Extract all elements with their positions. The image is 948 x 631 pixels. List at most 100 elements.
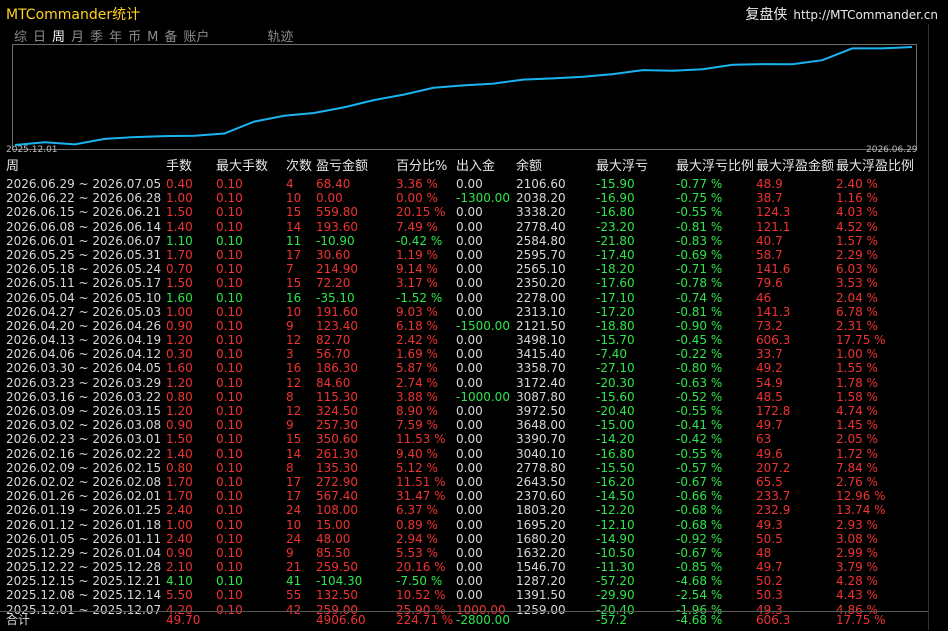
table-row[interactable]: 2026.03.02 ~ 2026.03.08 0.90 0.10 9 257.30 7.…	[0, 418, 928, 432]
table-row[interactable]: 2026.06.15 ~ 2026.06.21 1.50 0.10 15 559.80 2…	[0, 205, 928, 219]
tab-5[interactable]: 年	[109, 26, 122, 45]
table-row[interactable]: 2026.03.30 ~ 2026.04.05 1.60 0.10 16 186.30 5…	[0, 361, 928, 375]
column-header[interactable]: 次数	[286, 159, 312, 175]
table-cell: -0.67 %	[676, 545, 723, 560]
total-cell: -2800.00	[456, 613, 510, 627]
table-row[interactable]: 2026.02.02 ~ 2026.02.08 1.70 0.10 17 272.90 1…	[0, 475, 928, 489]
column-header[interactable]: 最大浮盈比例	[836, 159, 914, 175]
tab-3[interactable]: 月	[71, 26, 84, 45]
table-cell: 233.7	[756, 489, 791, 504]
table-row[interactable]: 2026.04.13 ~ 2026.04.19 1.20 0.10 12 82.70 2.…	[0, 333, 928, 347]
table-cell: 49.6	[756, 446, 783, 461]
side-scroll-strip[interactable]	[928, 24, 948, 630]
table-row[interactable]: 2026.04.20 ~ 2026.04.26 0.90 0.10 9 123.40 6.…	[0, 319, 928, 333]
table-row[interactable]: 2025.12.08 ~ 2025.12.14 5.50 0.10 55 132.50 1…	[0, 588, 928, 602]
column-header[interactable]: 百分比%	[396, 159, 447, 175]
table-row[interactable]: 2026.03.09 ~ 2026.03.15 1.20 0.10 12 324.50 8…	[0, 404, 928, 418]
column-header[interactable]: 最大浮亏比例	[676, 159, 754, 175]
table-cell: 2025.12.22 ~ 2025.12.28	[6, 560, 162, 575]
tab-2[interactable]: 周	[52, 26, 65, 45]
table-cell: 259.50	[316, 560, 358, 575]
table-cell: 84.60	[316, 375, 351, 390]
table-cell: -20.30	[596, 375, 635, 390]
table-row[interactable]: 2026.01.12 ~ 2026.01.18 1.00 0.10 10 15.00 0.…	[0, 518, 928, 532]
table-cell: -20.40	[596, 404, 635, 418]
table-row[interactable]: 2026.06.22 ~ 2026.06.28 1.00 0.10 10 0.00 0.0…	[0, 191, 928, 205]
table-cell: 1680.20	[516, 531, 566, 546]
table-cell: 2.99 %	[836, 545, 878, 560]
table-row[interactable]: 2026.02.09 ~ 2026.02.15 0.80 0.10 8 135.30 5.…	[0, 461, 928, 475]
table-row[interactable]: 2026.04.27 ~ 2026.05.03 1.00 0.10 10 191.60 9…	[0, 305, 928, 319]
brand[interactable]: 复盘侠 http://MTCommander.cn	[745, 4, 938, 24]
table-cell: 3.88 %	[396, 389, 438, 404]
tab-1[interactable]: 日	[33, 26, 46, 45]
title-bar: MTCommander统计 复盘侠 http://MTCommander.cn	[0, 0, 948, 24]
table-row[interactable]: 2026.06.29 ~ 2026.07.05 0.40 0.10 4 68.40 3.3…	[0, 177, 928, 191]
table-cell: -0.55 %	[676, 446, 723, 461]
table-cell: 132.50	[316, 588, 358, 603]
tab-4[interactable]: 季	[90, 26, 103, 45]
table-cell: -0.75 %	[676, 191, 723, 206]
table-cell: 24	[286, 531, 302, 546]
column-header[interactable]: 周	[6, 159, 19, 175]
table-row[interactable]: 2026.01.05 ~ 2026.01.11 2.40 0.10 24 48.00 2.…	[0, 532, 928, 546]
table-row[interactable]: 2026.05.11 ~ 2026.05.17 1.50 0.10 15 72.20 3.…	[0, 276, 928, 290]
tab-7[interactable]: M	[147, 30, 158, 45]
table-cell: 2.05 %	[836, 432, 878, 447]
tab-9[interactable]: 账户	[183, 26, 209, 45]
tab-6[interactable]: 币	[128, 26, 141, 45]
table-row[interactable]: 2026.02.16 ~ 2026.02.22 1.40 0.10 14 261.30 9…	[0, 447, 928, 461]
table-cell: 141.6	[756, 262, 791, 277]
table-cell: 49.7	[756, 560, 783, 575]
column-header[interactable]: 最大浮盈金额	[756, 159, 834, 175]
tab-track[interactable]: 轨迹	[267, 26, 293, 45]
table-row[interactable]: 2026.02.23 ~ 2026.03.01 1.50 0.10 15 350.60 1…	[0, 432, 928, 446]
table-row[interactable]: 2026.03.16 ~ 2026.03.22 0.80 0.10 8 115.30 3.…	[0, 390, 928, 404]
table-row[interactable]: 2025.12.29 ~ 2026.01.04 0.90 0.10 9 85.50 5.5…	[0, 546, 928, 560]
table-cell: 30.60	[316, 247, 351, 262]
table-row[interactable]: 2026.01.19 ~ 2026.01.25 2.40 0.10 24 108.00 6…	[0, 503, 928, 517]
table-row[interactable]: 2025.12.22 ~ 2025.12.28 2.10 0.10 21 259.50 2…	[0, 560, 928, 574]
table-row[interactable]: 2026.06.01 ~ 2026.06.07 1.10 0.10 11 -10.90 -…	[0, 234, 928, 248]
tab-8[interactable]: 备	[164, 26, 177, 45]
table-cell: 0.00	[456, 375, 483, 390]
table-cell: 1.16 %	[836, 191, 878, 206]
table-row[interactable]: 2025.12.15 ~ 2025.12.21 4.10 0.10 41 -104.30…	[0, 574, 928, 588]
tab-0[interactable]: 综	[14, 26, 27, 45]
table-cell: 606.3	[756, 333, 791, 348]
table-cell: 9.40 %	[396, 446, 438, 461]
column-header[interactable]: 最大手数	[216, 159, 268, 175]
column-header[interactable]: 手数	[166, 159, 192, 175]
column-header[interactable]: 出入金	[456, 159, 495, 175]
table-cell: 0.10	[216, 460, 243, 475]
table-cell: 0.00	[456, 233, 483, 248]
table-row[interactable]: 2026.05.25 ~ 2026.05.31 1.70 0.10 17 30.60 1.…	[0, 248, 928, 262]
table-cell: 1.40	[166, 446, 193, 461]
table-cell: 1.00	[166, 191, 193, 206]
table-row[interactable]: 2026.05.18 ~ 2026.05.24 0.70 0.10 7 214.90 9.…	[0, 262, 928, 276]
table-row[interactable]: 2026.03.23 ~ 2026.03.29 1.20 0.10 12 84.60 2.…	[0, 376, 928, 390]
table-row[interactable]: 2026.06.08 ~ 2026.06.14 1.40 0.10 14 193.60 7…	[0, 220, 928, 234]
table-cell: -0.41 %	[676, 418, 723, 433]
table-cell: 2.40 %	[836, 177, 878, 191]
table-cell: 2026.06.15 ~ 2026.06.21	[6, 205, 162, 220]
table-cell: 0.00	[456, 262, 483, 277]
table-row[interactable]: 2026.04.06 ~ 2026.04.12 0.30 0.10 3 56.70 1.6…	[0, 347, 928, 361]
table-cell: 1.50	[166, 276, 193, 291]
table-cell: -15.50	[596, 460, 635, 475]
table-cell: 9	[286, 545, 294, 560]
table-cell: -16.80	[596, 205, 635, 220]
table-cell: 2026.02.16 ~ 2026.02.22	[6, 446, 162, 461]
table-cell: -0.22 %	[676, 347, 723, 362]
table-cell: 15	[286, 276, 302, 291]
table-cell: -10.50	[596, 545, 635, 560]
table-row[interactable]: 2026.01.26 ~ 2026.02.01 1.70 0.10 17 567.40 3…	[0, 489, 928, 503]
column-header[interactable]: 余额	[516, 159, 542, 175]
brand-url[interactable]: http://MTCommander.cn	[793, 8, 938, 22]
table-cell: -0.42 %	[396, 233, 443, 248]
column-header[interactable]: 盈亏金额	[316, 159, 368, 175]
table-row[interactable]: 2026.05.04 ~ 2026.05.10 1.60 0.10 16 -35.10 -…	[0, 291, 928, 305]
column-header[interactable]: 最大浮亏	[596, 159, 648, 175]
table-cell: -0.85 %	[676, 560, 723, 575]
table-cell: 2026.03.16 ~ 2026.03.22	[6, 389, 162, 404]
